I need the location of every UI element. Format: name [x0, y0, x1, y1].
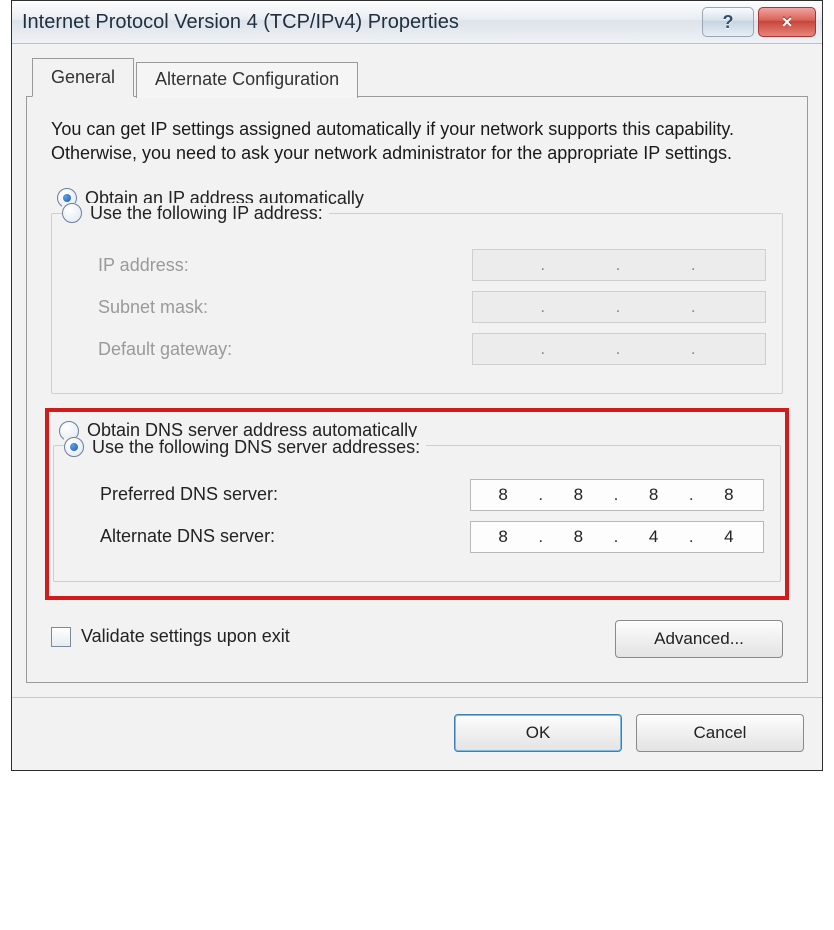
radio-use-dns-manual-label: Use the following DNS server addresses: — [92, 437, 420, 458]
close-button[interactable]: × — [758, 7, 816, 37]
description-text: You can get IP settings assigned automat… — [51, 117, 783, 166]
subnet-mask-input: . . . — [472, 291, 766, 323]
radio-icon — [64, 437, 84, 457]
close-icon: × — [782, 13, 793, 31]
help-button[interactable]: ? — [702, 7, 754, 37]
alternate-dns-label: Alternate DNS server: — [100, 526, 470, 547]
advanced-button[interactable]: Advanced... — [615, 620, 783, 658]
properties-dialog: Internet Protocol Version 4 (TCP/IPv4) P… — [11, 0, 823, 771]
tabstrip: General Alternate Configuration — [26, 58, 808, 97]
ip-address-input: . . . — [472, 249, 766, 281]
dialog-body: General Alternate Configuration You can … — [12, 44, 822, 697]
dialog-footer: OK Cancel — [12, 697, 822, 770]
tab-alternate-label: Alternate Configuration — [155, 69, 339, 89]
ip-address-label: IP address: — [98, 255, 472, 276]
window-title: Internet Protocol Version 4 (TCP/IPv4) P… — [22, 11, 698, 34]
alternate-dns-input[interactable]: 8. 8. 4. 4 — [470, 521, 764, 553]
ip-manual-group: Use the following IP address: IP address… — [51, 213, 783, 395]
dns-manual-group: Use the following DNS server addresses: … — [53, 445, 781, 582]
radio-use-ip-manual[interactable]: Use the following IP address: — [62, 203, 329, 224]
ok-button[interactable]: OK — [454, 714, 622, 752]
ip-address-row: IP address: . . . — [98, 249, 766, 281]
radio-icon — [62, 203, 82, 223]
tab-alternate-configuration[interactable]: Alternate Configuration — [136, 62, 358, 98]
default-gateway-input: . . . — [472, 333, 766, 365]
preferred-dns-row: Preferred DNS server: 8. 8. 8. 8 — [100, 479, 764, 511]
dns-highlight-annotation: Obtain DNS server address automatically … — [45, 408, 789, 600]
preferred-dns-input[interactable]: 8. 8. 8. 8 — [470, 479, 764, 511]
tab-general[interactable]: General — [32, 58, 134, 97]
tabpanel-general: You can get IP settings assigned automat… — [26, 96, 808, 683]
radio-use-ip-manual-label: Use the following IP address: — [90, 203, 323, 224]
help-icon: ? — [723, 13, 734, 31]
default-gateway-row: Default gateway: . . . — [98, 333, 766, 365]
checkbox-icon — [51, 627, 71, 647]
cancel-button-label: Cancel — [694, 723, 747, 743]
validate-settings-label: Validate settings upon exit — [81, 626, 290, 647]
subnet-mask-row: Subnet mask: . . . — [98, 291, 766, 323]
titlebar: Internet Protocol Version 4 (TCP/IPv4) P… — [12, 1, 822, 44]
radio-use-dns-manual[interactable]: Use the following DNS server addresses: — [64, 437, 426, 458]
default-gateway-label: Default gateway: — [98, 339, 472, 360]
alternate-dns-row: Alternate DNS server: 8. 8. 4. 4 — [100, 521, 764, 553]
preferred-dns-label: Preferred DNS server: — [100, 484, 470, 505]
ok-button-label: OK — [526, 723, 551, 743]
subnet-mask-label: Subnet mask: — [98, 297, 472, 318]
validate-settings-checkbox[interactable]: Validate settings upon exit — [51, 626, 290, 647]
advanced-button-label: Advanced... — [654, 629, 744, 649]
tab-general-label: General — [51, 67, 115, 87]
cancel-button[interactable]: Cancel — [636, 714, 804, 752]
